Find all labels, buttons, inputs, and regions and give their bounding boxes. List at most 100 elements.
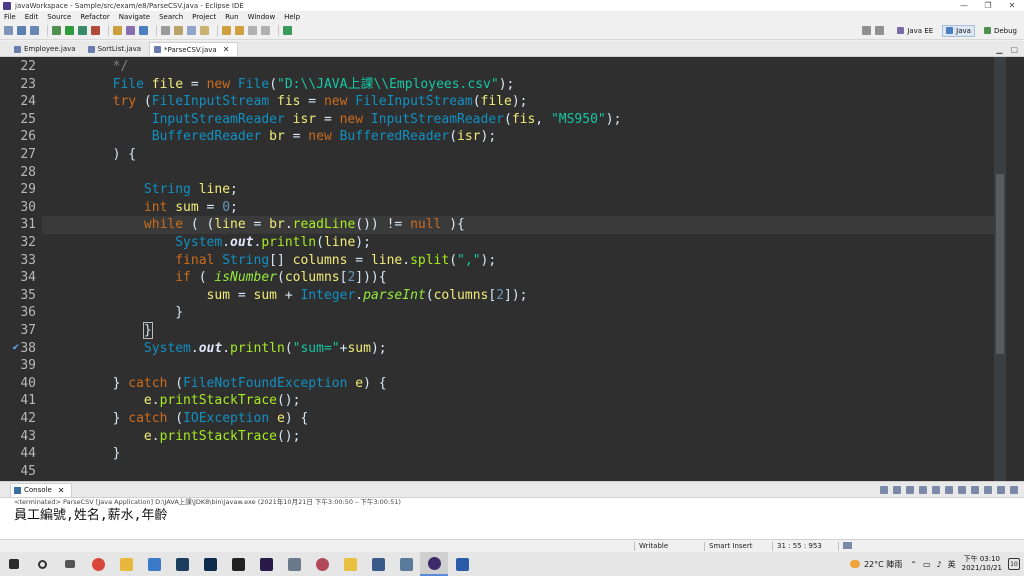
tab-console[interactable]: Console ✕ [10, 482, 72, 497]
taskbar-notes[interactable] [336, 552, 364, 576]
open-console-icon[interactable] [984, 485, 992, 494]
code-text[interactable]: InputStreamReader isr = new InputStreamR… [50, 111, 622, 129]
code-text[interactable]: ) { [50, 146, 136, 164]
start-button[interactable] [0, 552, 28, 576]
tab-sortlist-java[interactable]: SortList.java [84, 42, 149, 56]
code-line[interactable]: 30 int sum = 0; [20, 199, 994, 217]
forward-icon[interactable] [261, 26, 270, 35]
code-line[interactable]: 29 String line; [20, 181, 994, 199]
code-text[interactable]: e.printStackTrace(); [50, 428, 301, 446]
code-text[interactable]: sum = sum + Integer.parseInt(columns[2])… [50, 287, 528, 305]
code-line[interactable]: 31 while ( (line = br.readLine()) != nul… [20, 216, 994, 234]
taskbar-photoshop[interactable] [196, 552, 224, 576]
ime-indicator[interactable]: 英 [948, 559, 956, 570]
quick-access-search-icon[interactable] [862, 26, 872, 35]
open-perspective-icon[interactable] [875, 26, 885, 35]
open-type-icon[interactable] [161, 26, 170, 35]
code-line[interactable]: 35 sum = sum + Integer.parseInt(columns[… [20, 287, 994, 305]
search-icon[interactable] [187, 26, 196, 35]
code-text[interactable]: } catch (IOException e) { [50, 410, 309, 428]
perspective-java[interactable]: Java [942, 24, 975, 37]
close-console-icon[interactable]: ✕ [58, 486, 65, 495]
code-line[interactable]: 38 System.out.println("sum="+sum); [20, 340, 994, 358]
annotation-icon[interactable] [200, 26, 209, 35]
status-insert-mode[interactable]: Smart Insert [704, 542, 772, 551]
code-line[interactable]: 34 if ( isNumber(columns[2])){ [20, 269, 994, 287]
info-marker-icon[interactable]: ✔ [12, 343, 20, 353]
menu-search[interactable]: Search [157, 13, 190, 21]
menu-source[interactable]: Source [45, 13, 78, 21]
menu-navigate[interactable]: Navigate [117, 13, 157, 21]
menu-refactor[interactable]: Refactor [78, 13, 116, 21]
clear-console-icon[interactable] [919, 485, 927, 494]
scrollbar-thumb[interactable] [996, 174, 1004, 354]
weather-widget[interactable]: 22°C 陣雨 [849, 559, 902, 570]
tab-employee-java[interactable]: Employee.java [10, 42, 84, 56]
back-icon[interactable] [248, 26, 257, 35]
menu-window[interactable]: Window [246, 13, 283, 21]
code-text[interactable]: System.out.println(line); [50, 234, 371, 252]
code-text[interactable]: if ( isNumber(columns[2])){ [50, 269, 386, 287]
maximize-editor-icon[interactable]: ▢ [1010, 45, 1018, 54]
terminate-icon[interactable] [880, 485, 888, 494]
debug-icon[interactable] [52, 26, 61, 35]
taskbar-lightroom[interactable] [168, 552, 196, 576]
code-line[interactable]: 40 } catch (FileNotFoundException e) { [20, 375, 994, 393]
run-icon[interactable] [65, 26, 74, 35]
code-line[interactable]: 33 final String[] columns = line.split("… [20, 252, 994, 270]
task-view-button[interactable] [56, 552, 84, 576]
code-text[interactable]: while ( (line = br.readLine()) != null )… [50, 216, 465, 234]
code-line[interactable]: 22 */ [20, 58, 994, 76]
new-package-icon[interactable] [126, 26, 135, 35]
menu-project[interactable]: Project [190, 13, 223, 21]
word-wrap-icon[interactable] [945, 485, 953, 494]
new-class-icon[interactable] [139, 26, 148, 35]
remove-all-icon[interactable] [906, 485, 914, 494]
taskbar-premiere[interactable] [252, 552, 280, 576]
show-hidden-icons-icon[interactable]: ⌃ [910, 560, 917, 569]
code-text[interactable]: int sum = 0; [50, 199, 238, 217]
code-line[interactable]: 43 e.printStackTrace(); [20, 428, 994, 446]
code-line[interactable]: 24 try (FileInputStream fis = new FileIn… [20, 93, 994, 111]
code-line[interactable]: 41 e.printStackTrace(); [20, 392, 994, 410]
code-line[interactable]: 25 InputStreamReader isr = new InputStre… [20, 111, 994, 129]
code-line[interactable]: 44 } [20, 445, 994, 463]
code-line[interactable]: 39 [20, 357, 994, 375]
taskbar-files[interactable] [392, 552, 420, 576]
taskbar-app[interactable] [308, 552, 336, 576]
pin-console-icon[interactable] [958, 485, 966, 494]
volume-icon[interactable]: ♪ [937, 560, 942, 569]
console-output[interactable]: 員工編號,姓名,薪水,年齡 [0, 507, 1024, 525]
maximize-button[interactable]: ❐ [976, 0, 1000, 11]
code-text[interactable]: */ [50, 58, 129, 76]
external-tools-icon[interactable] [91, 26, 100, 35]
status-progress-icon[interactable] [838, 542, 860, 551]
editor-scrollbar[interactable] [994, 57, 1006, 481]
new-java-project-icon[interactable] [113, 26, 122, 35]
taskbar-mail[interactable] [140, 552, 168, 576]
open-task-icon[interactable] [174, 26, 183, 35]
code-text[interactable]: } [50, 304, 183, 322]
taskbar-chrome[interactable] [84, 552, 112, 576]
code-text[interactable]: String line; [50, 181, 238, 199]
next-annotation-icon[interactable] [222, 26, 231, 35]
coverage-icon[interactable] [78, 26, 87, 35]
code-text[interactable]: System.out.println("sum="+sum); [50, 340, 387, 358]
code-line[interactable]: 27 ) { [20, 146, 994, 164]
minimize-editor-icon[interactable]: ▁ [996, 45, 1002, 54]
code-line[interactable]: 36 } [20, 304, 994, 322]
code-text[interactable]: e.printStackTrace(); [50, 392, 301, 410]
code-line[interactable]: 26 BufferedReader br = new BufferedReade… [20, 128, 994, 146]
notification-center-button[interactable]: 10 [1008, 558, 1020, 570]
clock[interactable]: 下午 03:10 2021/10/21 [962, 555, 1002, 573]
taskbar-3d[interactable] [280, 552, 308, 576]
code-line[interactable]: 37 } [20, 322, 994, 340]
menu-edit[interactable]: Edit [23, 13, 46, 21]
code-line[interactable]: 23 File file = new File("D:\\JAVA上課\\Emp… [20, 76, 994, 94]
code-text[interactable]: } catch (FileNotFoundException e) { [50, 375, 387, 393]
code-text[interactable]: } [50, 445, 121, 463]
save-all-icon[interactable] [30, 26, 39, 35]
scroll-lock-icon[interactable] [932, 485, 940, 494]
maximize-console-icon[interactable] [1010, 485, 1018, 494]
code-text[interactable]: try (FileInputStream fis = new FileInput… [50, 93, 528, 111]
